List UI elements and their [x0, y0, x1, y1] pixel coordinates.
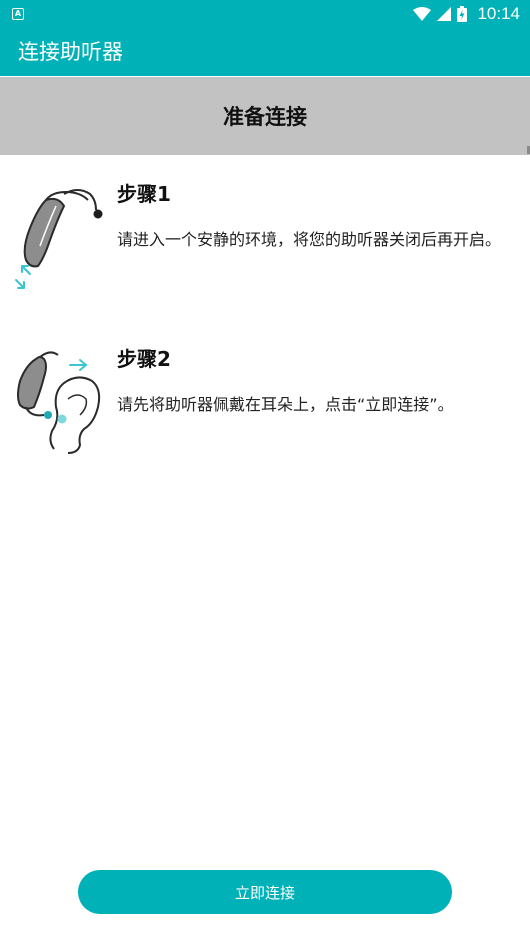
connect-now-button[interactable]: 立即连接: [78, 870, 452, 914]
app-bar: 连接助听器: [0, 28, 530, 76]
step-2-text: 步骤2 请先将助听器佩戴在耳朵上，点击“立即连接”。: [117, 345, 512, 417]
hearing-aid-restart-icon: [15, 189, 103, 289]
notification-icon: A: [12, 8, 24, 20]
step-2-description: 请先将助听器佩戴在耳朵上，点击“立即连接”。: [117, 395, 454, 414]
battery-icon: [457, 6, 468, 22]
step-1-description: 请进入一个安静的环境，将您的助听器关闭后再开启。: [117, 230, 502, 249]
section-title: 准备连接: [223, 105, 307, 129]
step-2-title: 步骤2: [117, 347, 171, 371]
step-1-title: 步骤1: [117, 182, 171, 206]
section-header: 准备连接: [0, 77, 530, 155]
app-title: 连接助听器: [18, 40, 123, 64]
status-icons: 10:14: [413, 0, 520, 28]
screen: A 10:14 连接助听器 准备连接 步骤1 请进入一个安静的环境，将您的助听器…: [0, 0, 530, 940]
status-bar: A 10:14: [0, 0, 530, 28]
step-1-text: 步骤1 请进入一个安静的环境，将您的助听器关闭后再开启。: [117, 180, 512, 252]
wifi-icon: [413, 7, 432, 21]
cell-signal-icon: [437, 7, 452, 21]
status-time: 10:14: [477, 4, 520, 23]
hearing-aid-ear-icon: [17, 351, 101, 454]
